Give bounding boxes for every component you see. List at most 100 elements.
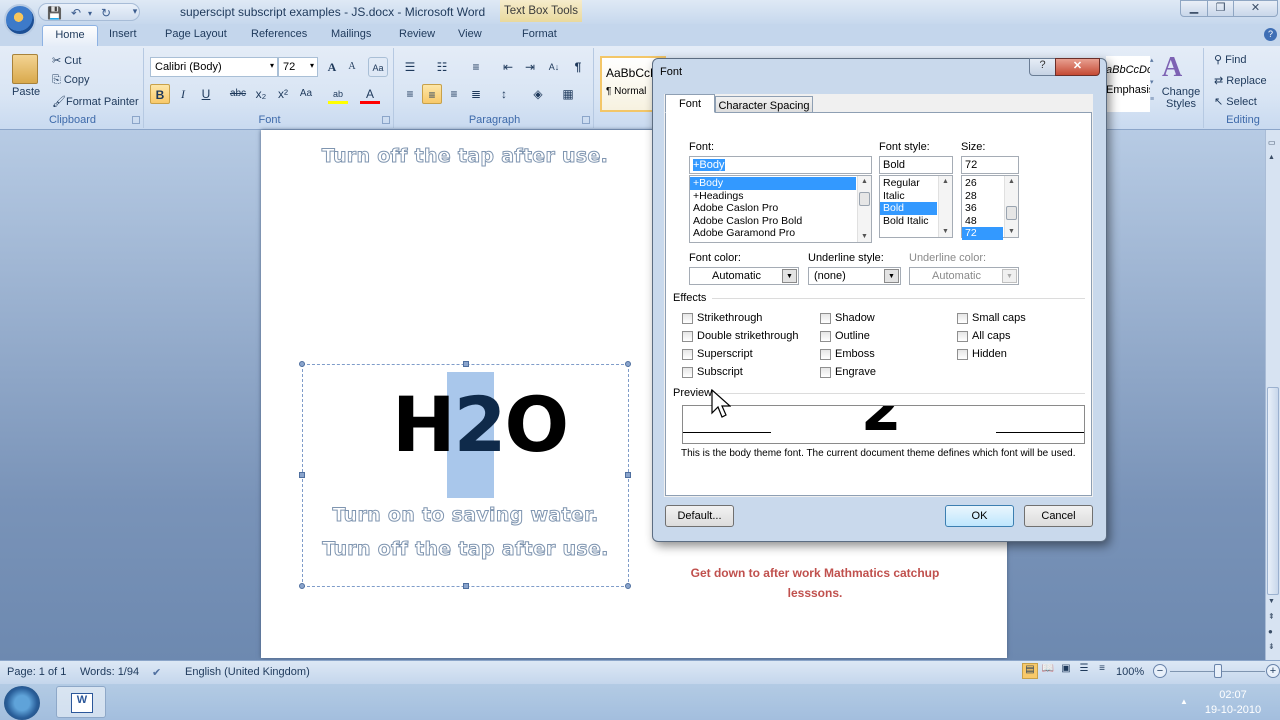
word-count-status[interactable]: Words: 1/94 <box>80 666 139 678</box>
size-input[interactable]: 72 <box>961 156 1019 174</box>
decrease-indent-icon[interactable]: ⇤ <box>498 57 518 77</box>
style-emphasis[interactable]: aBbCcDc Emphasis <box>1106 56 1150 112</box>
font-name-input[interactable]: +Body <box>689 156 872 174</box>
select-browse-object-icon[interactable]: ● <box>1268 627 1273 636</box>
close-window-button[interactable]: ✕ <box>1233 0 1278 17</box>
align-right-icon[interactable]: ≡ <box>444 84 464 104</box>
zoom-slider-thumb[interactable] <box>1213 664 1222 678</box>
resize-handle-n[interactable] <box>463 361 469 367</box>
format-painter-button[interactable]: 🖌Format Painter <box>52 95 139 108</box>
align-center-icon[interactable]: ≡ <box>422 84 442 104</box>
size-list-item[interactable]: 36 <box>962 202 1003 215</box>
effect-hidden-checkbox[interactable]: Hidden <box>957 348 1007 360</box>
dialog-tab-character-spacing[interactable]: Character Spacing <box>715 96 813 113</box>
effect-outline-checkbox[interactable]: Outline <box>820 330 870 342</box>
language-status[interactable]: English (United Kingdom) <box>185 666 310 678</box>
font-list-item[interactable]: Adobe Caslon Pro <box>690 202 856 215</box>
effect-strikethrough-checkbox[interactable]: Strikethrough <box>682 312 762 324</box>
ok-button[interactable]: OK <box>945 505 1014 527</box>
font-list-item[interactable]: +Body <box>690 177 856 190</box>
show-formatting-icon[interactable]: ¶ <box>568 57 588 77</box>
paste-button[interactable]: Paste <box>12 86 40 98</box>
font-color-dropdown[interactable]: Automatic ▼ <box>689 267 799 285</box>
doc-text-line1[interactable]: Turn on to saving water. <box>302 504 629 527</box>
font-style-list-item[interactable]: Bold Italic <box>880 215 937 228</box>
font-style-listbox[interactable]: Regular Italic Bold Bold Italic ▲ ▼ <box>879 175 953 238</box>
style-list-scrollbar[interactable]: ▲ ▼ <box>938 176 952 237</box>
proofing-icon[interactable]: ✔ <box>152 666 161 679</box>
italic-button[interactable]: I <box>173 84 193 104</box>
resize-handle-e[interactable] <box>625 472 631 478</box>
web-layout-icon[interactable]: ▣ <box>1058 663 1074 679</box>
draft-view-icon[interactable]: ≡ <box>1094 663 1110 679</box>
borders-icon[interactable]: ▦ <box>558 84 578 104</box>
office-button[interactable] <box>4 4 36 36</box>
dialog-tab-font[interactable]: Font <box>665 94 715 113</box>
superscript-button[interactable]: x² <box>273 84 293 104</box>
change-styles-button[interactable]: Change Styles <box>1158 86 1204 110</box>
h2o-formula[interactable]: H2O <box>392 380 569 469</box>
font-color-button[interactable]: A <box>360 84 380 104</box>
page-count-status[interactable]: Page: 1 of 1 <box>7 666 66 678</box>
line-spacing-icon[interactable]: ↕ <box>494 84 514 104</box>
tab-insert[interactable]: Insert <box>109 28 137 40</box>
checkbox-box[interactable] <box>682 348 693 360</box>
scrollbar-thumb[interactable] <box>1267 387 1279 595</box>
zoom-in-icon[interactable]: + <box>1266 664 1280 678</box>
tab-view[interactable]: View <box>458 28 482 40</box>
font-listbox[interactable]: +Body +Headings Adobe Caslon Pro Adobe Casl… <box>689 175 872 243</box>
zoom-level[interactable]: 100% <box>1116 666 1144 678</box>
effect-double-strikethrough-checkbox[interactable]: Double strikethrough <box>682 330 799 342</box>
paste-icon[interactable] <box>12 54 38 84</box>
tab-references[interactable]: References <box>251 28 307 40</box>
resize-handle-nw[interactable] <box>299 361 305 367</box>
tab-home[interactable]: Home <box>42 25 98 47</box>
checkbox-box[interactable] <box>682 312 693 324</box>
size-listbox[interactable]: 26 28 36 48 72 ▲ ▼ <box>961 175 1019 240</box>
size-list-scrollbar[interactable]: ▲ ▼ <box>1004 176 1018 237</box>
align-left-icon[interactable]: ≡ <box>400 84 420 104</box>
subscript-button[interactable]: x₂ <box>251 84 271 104</box>
highlight-button[interactable]: ab <box>328 84 348 104</box>
checkbox-box[interactable] <box>820 330 831 342</box>
checkbox-box[interactable] <box>820 366 831 378</box>
outline-view-icon[interactable]: ☰ <box>1076 663 1092 679</box>
ruler-toggle-icon[interactable]: ▭ <box>1268 138 1276 147</box>
taskbar-word-button[interactable]: W <box>56 686 106 718</box>
doc-text-line2[interactable]: Turn off the tap after use. <box>302 538 629 561</box>
zoom-out-icon[interactable]: − <box>1153 664 1167 678</box>
multilevel-list-icon[interactable]: ≡ <box>466 57 486 77</box>
effect-shadow-checkbox[interactable]: Shadow <box>820 312 875 324</box>
start-button[interactable] <box>4 686 40 720</box>
undo-dropdown-icon[interactable]: ▾ <box>83 7 97 20</box>
font-list-scrollbar[interactable]: ▲ ▼ <box>857 176 871 242</box>
resize-handle-sw[interactable] <box>299 583 305 589</box>
size-list-item[interactable]: 48 <box>962 215 1003 228</box>
numbering-icon[interactable]: ☷ <box>432 57 452 77</box>
effect-small-caps-checkbox[interactable]: Small caps <box>957 312 1026 324</box>
customize-qat-icon[interactable]: ▾ <box>128 5 142 18</box>
styles-scroll-up-icon[interactable]: ▴ <box>1150 56 1162 64</box>
resize-handle-ne[interactable] <box>625 361 631 367</box>
font-list-item[interactable]: Adobe Garamond Pro <box>690 227 856 240</box>
font-name-combo[interactable]: Calibri (Body) ▾ <box>150 57 278 77</box>
effect-engrave-checkbox[interactable]: Engrave <box>820 366 876 378</box>
redo-icon[interactable]: ↻ <box>99 7 113 20</box>
effect-subscript-checkbox[interactable]: Subscript <box>682 366 743 378</box>
resize-handle-s[interactable] <box>463 583 469 589</box>
font-style-list-item[interactable]: Italic <box>880 190 937 203</box>
checkbox-box[interactable] <box>682 330 693 342</box>
change-case-button[interactable]: Aa <box>296 84 316 104</box>
tab-page-layout[interactable]: Page Layout <box>165 28 227 40</box>
next-page-icon[interactable]: ⇟ <box>1268 642 1275 651</box>
checkbox-box[interactable] <box>820 312 831 324</box>
find-button[interactable]: ⚲ Find <box>1214 53 1247 66</box>
change-styles-icon[interactable]: A <box>1162 52 1182 84</box>
effect-emboss-checkbox[interactable]: Emboss <box>820 348 875 360</box>
system-clock[interactable]: 02:07 19-10-2010 <box>1198 688 1268 718</box>
checkbox-box[interactable] <box>957 348 968 360</box>
restore-button[interactable]: ❐ <box>1207 0 1234 17</box>
resize-handle-se[interactable] <box>625 583 631 589</box>
checkbox-box[interactable] <box>957 330 968 342</box>
effect-all-caps-checkbox[interactable]: All caps <box>957 330 1011 342</box>
